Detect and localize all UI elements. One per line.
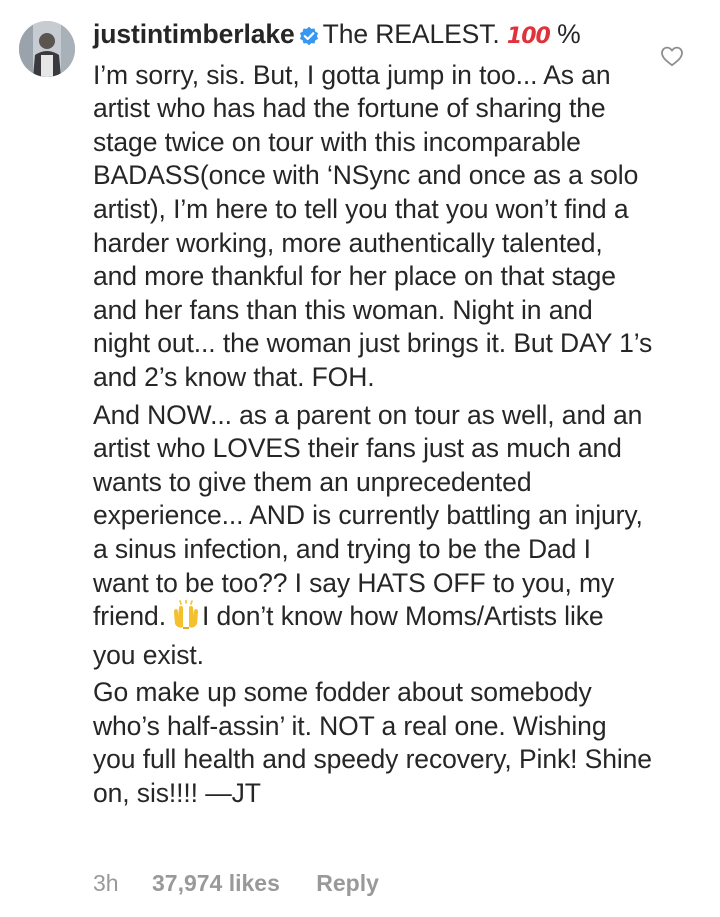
comment-paragraph-1: I’m sorry, sis. But, I gotta jump in too… bbox=[93, 59, 653, 392]
comment-text-realest: The REALEST. bbox=[322, 19, 500, 49]
reply-button[interactable]: Reply bbox=[316, 869, 379, 897]
comment-timestamp[interactable]: 3h bbox=[93, 869, 119, 897]
raising-hands-emoji bbox=[172, 599, 200, 639]
comment-paragraph-3: Go make up some fodder about somebody wh… bbox=[93, 677, 652, 809]
likes-count-button[interactable]: 37,974 likes bbox=[152, 869, 280, 897]
verified-badge-icon bbox=[299, 21, 319, 55]
avatar[interactable] bbox=[19, 21, 75, 77]
comment-first-line: justintimberlake The REALEST. 100 % bbox=[93, 18, 653, 55]
comment-paragraph-2: And NOW... as a parent on tour as well, … bbox=[93, 399, 653, 673]
comment-body: justintimberlake The REALEST. 100 % I’m s… bbox=[93, 18, 653, 815]
hundred-points-emoji: 100 bbox=[506, 24, 551, 49]
percent-sign: % bbox=[557, 19, 581, 49]
username-link[interactable]: justintimberlake bbox=[93, 19, 295, 49]
comment-paragraph-2-after-emoji: I don’t know how Moms/Artists like you e… bbox=[93, 601, 604, 670]
profile-photo bbox=[19, 21, 75, 77]
heart-outline-icon[interactable] bbox=[660, 45, 684, 67]
comment-paragraph-2-text: And NOW... as a parent on tour as well, … bbox=[93, 399, 643, 632]
comment-meta: 3h 37,974 likes Reply bbox=[93, 869, 379, 897]
